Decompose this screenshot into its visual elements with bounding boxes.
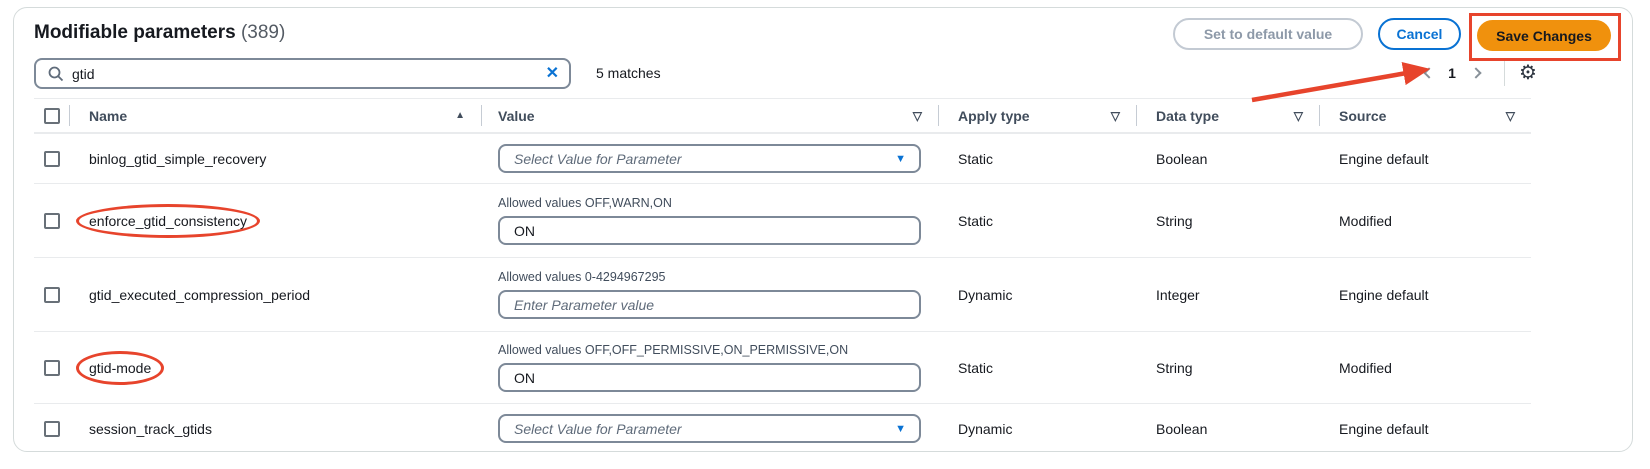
source-cell: Engine default <box>1319 258 1531 331</box>
table-row: gtid_executed_compression_period Allowed… <box>34 257 1531 331</box>
page-title: Modifiable parameters (389) <box>34 22 285 44</box>
source-cell: Engine default <box>1319 134 1531 183</box>
column-header-source[interactable]: Source ▽ <box>1319 99 1531 132</box>
row-checkbox[interactable] <box>44 213 60 229</box>
apply-type-cell: Dynamic <box>938 258 1136 331</box>
apply-type-cell: Static <box>938 184 1136 257</box>
row-checkbox[interactable] <box>44 287 60 303</box>
column-header-value[interactable]: Value ▽ <box>481 99 938 132</box>
select-caret-down-icon: ▼ <box>895 153 906 165</box>
chevron-left-icon <box>1423 67 1434 78</box>
apply-type-cell: Dynamic <box>938 404 1136 453</box>
cancel-button[interactable]: Cancel <box>1378 18 1461 50</box>
data-type-cell: Integer <box>1136 258 1319 331</box>
table-header-row: Name ▲ Value ▽ Apply type ▽ Data type ▽ … <box>34 98 1531 133</box>
previous-page-button[interactable] <box>1416 62 1438 84</box>
parameter-name-cell: binlog_gtid_simple_recovery <box>69 134 481 183</box>
value-select[interactable]: Select Value for Parameter ▼ <box>498 144 921 173</box>
search-input[interactable] <box>72 66 546 82</box>
select-all-checkbox[interactable] <box>44 108 60 124</box>
parameter-search-box[interactable]: ✕ <box>34 58 571 89</box>
parameter-name-cell: gtid_executed_compression_period <box>69 258 481 331</box>
page-title-count: (389) <box>241 22 285 43</box>
filter-icon[interactable]: ▽ <box>1111 109 1120 123</box>
table-row: session_track_gtids Select Value for Par… <box>34 403 1531 453</box>
sort-ascending-icon[interactable]: ▲ <box>455 110 465 121</box>
parameters-table: Name ▲ Value ▽ Apply type ▽ Data type ▽ … <box>34 98 1531 453</box>
clear-search-icon[interactable]: ✕ <box>546 66 559 82</box>
table-row: binlog_gtid_simple_recovery Select Value… <box>34 133 1531 183</box>
gear-icon[interactable]: ⚙ <box>1519 63 1537 83</box>
page-number[interactable]: 1 <box>1438 65 1466 81</box>
next-page-button[interactable] <box>1466 62 1488 84</box>
allowed-values-label: Allowed values OFF,OFF_PERMISSIVE,ON_PER… <box>498 343 921 357</box>
parameter-name-cell: session_track_gtids <box>69 404 481 453</box>
chevron-right-icon <box>1470 67 1481 78</box>
filter-icon[interactable]: ▽ <box>1506 109 1515 123</box>
table-row: gtid-mode Allowed values OFF,OFF_PERMISS… <box>34 331 1531 403</box>
allowed-values-label: Allowed values OFF,WARN,ON <box>498 196 921 210</box>
column-header-apply-type[interactable]: Apply type ▽ <box>938 99 1136 132</box>
apply-type-cell: Static <box>938 134 1136 183</box>
data-type-cell: String <box>1136 332 1319 403</box>
match-count: 5 matches <box>596 65 661 81</box>
source-cell: Modified <box>1319 332 1531 403</box>
select-caret-down-icon: ▼ <box>895 423 906 435</box>
row-checkbox[interactable] <box>44 421 60 437</box>
value-input[interactable] <box>498 363 921 392</box>
apply-type-cell: Static <box>938 332 1136 403</box>
column-header-name[interactable]: Name ▲ <box>69 99 481 132</box>
filter-icon[interactable]: ▽ <box>1294 109 1303 123</box>
search-icon <box>48 66 64 82</box>
modifiable-parameters-panel: Modifiable parameters (389) Set to defau… <box>13 7 1633 452</box>
value-input[interactable] <box>498 216 921 245</box>
parameter-name-cell: enforce_gtid_consistency <box>69 184 481 257</box>
parameter-name-cell: gtid-mode <box>69 332 481 403</box>
source-cell: Modified <box>1319 184 1531 257</box>
value-select[interactable]: Select Value for Parameter ▼ <box>498 414 921 443</box>
source-cell: Engine default <box>1319 404 1531 453</box>
column-header-data-type[interactable]: Data type ▽ <box>1136 99 1319 132</box>
data-type-cell: Boolean <box>1136 134 1319 183</box>
filter-icon[interactable]: ▽ <box>913 109 922 123</box>
set-to-default-button[interactable]: Set to default value <box>1173 18 1363 50</box>
page-title-text: Modifiable parameters <box>34 22 236 43</box>
save-changes-button[interactable]: Save Changes <box>1477 20 1611 51</box>
table-row: enforce_gtid_consistency Allowed values … <box>34 183 1531 257</box>
allowed-values-label: Allowed values 0-4294967295 <box>498 270 921 284</box>
pagination: 1 ⚙ <box>1416 60 1537 86</box>
value-input[interactable] <box>498 290 921 319</box>
pagination-divider <box>1504 60 1505 86</box>
select-all-cell <box>34 99 69 132</box>
row-checkbox[interactable] <box>44 151 60 167</box>
data-type-cell: String <box>1136 184 1319 257</box>
row-checkbox[interactable] <box>44 360 60 376</box>
data-type-cell: Boolean <box>1136 404 1319 453</box>
screenshot-stage: Modifiable parameters (389) Set to defau… <box>0 0 1650 469</box>
